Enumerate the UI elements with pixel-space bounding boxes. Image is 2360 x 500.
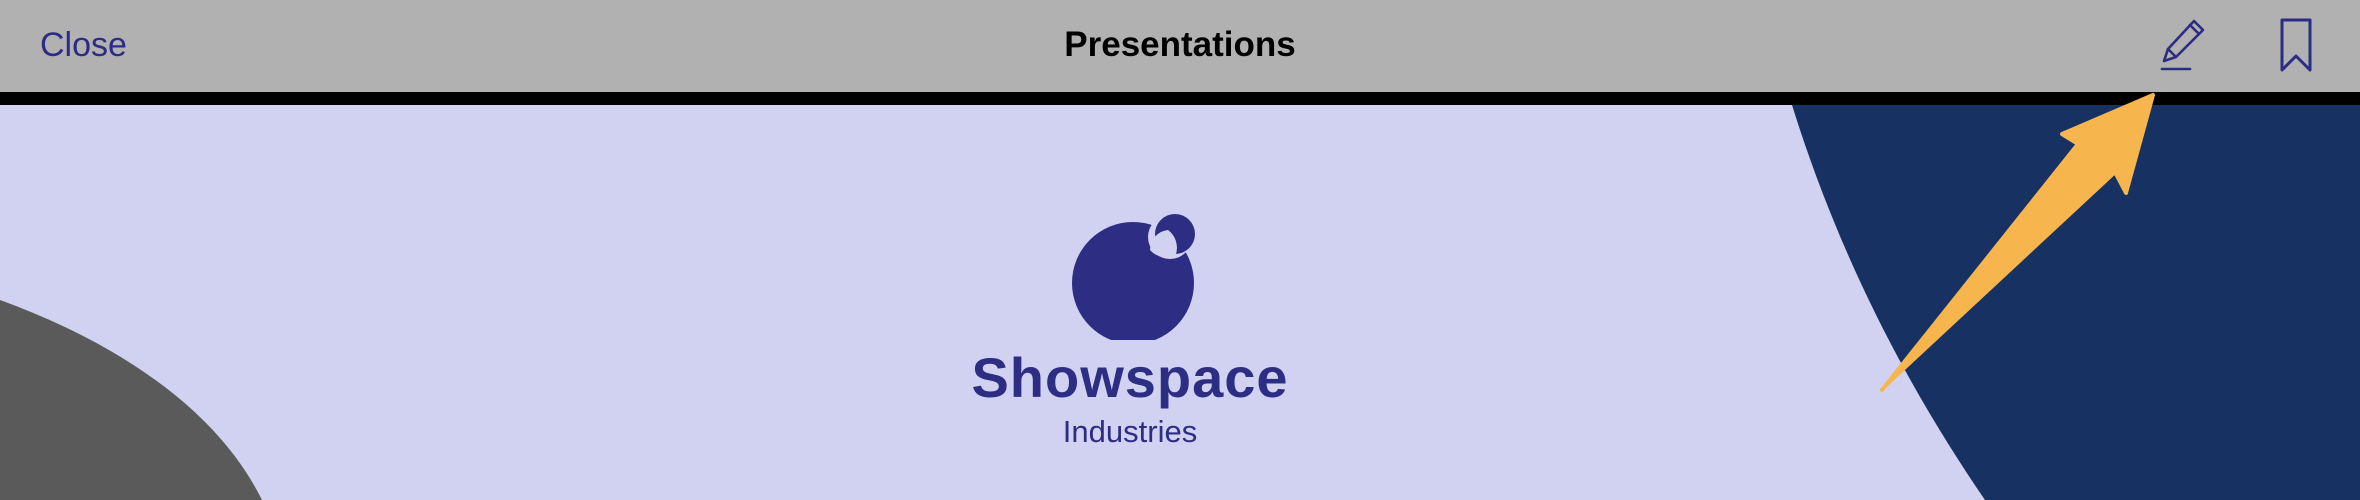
showspace-logo-icon — [1068, 210, 1198, 340]
edit-button[interactable] — [2150, 14, 2214, 78]
bookmark-icon — [2280, 18, 2312, 72]
toolbar-divider — [0, 92, 2360, 105]
brand-subtitle: Industries — [1062, 414, 1198, 449]
presentation-viewer: Close Presentations Showspace Industries — [0, 0, 2360, 500]
close-button[interactable]: Close — [40, 20, 127, 70]
brand-name: Showspace — [971, 346, 1289, 409]
slide-canvas: Showspace Industries — [0, 105, 2360, 500]
bookmark-button[interactable] — [2264, 14, 2328, 78]
top-toolbar: Close Presentations — [0, 0, 2360, 92]
page-title: Presentations — [1064, 25, 1296, 64]
pencil-icon — [2160, 19, 2205, 71]
